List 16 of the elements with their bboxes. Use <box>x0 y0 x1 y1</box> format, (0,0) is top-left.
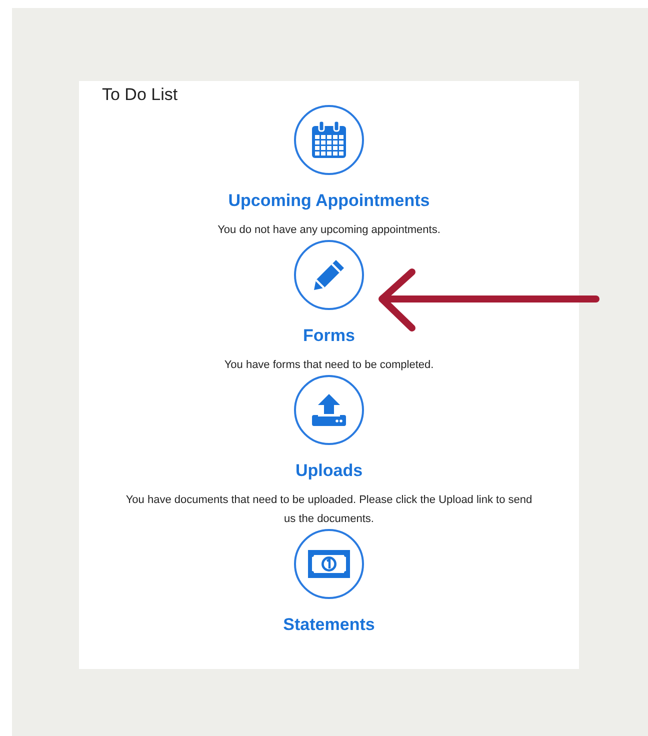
task-link[interactable] <box>294 529 364 599</box>
upload-icon <box>311 393 347 427</box>
pencil-icon <box>312 258 346 292</box>
task-link[interactable] <box>294 375 364 445</box>
task-heading-link[interactable]: Forms <box>303 326 355 346</box>
banknote-icon <box>308 550 350 578</box>
task-heading-link[interactable]: Statements <box>283 615 375 635</box>
task-heading-link[interactable]: Upcoming Appointments <box>228 191 430 211</box>
card-title: To Do List <box>102 85 179 105</box>
task-link[interactable] <box>294 240 364 310</box>
task-description: You have documents that need to be uploaded. Please click the Upload link to send us the documents. <box>124 493 534 527</box>
task-description: You do not have any upcoming appointments. <box>218 223 440 238</box>
task-heading-link[interactable]: Uploads <box>295 461 363 481</box>
calendar-icon <box>310 120 348 160</box>
task-description: You have forms that need to be completed. <box>224 358 434 373</box>
task-link[interactable] <box>294 105 364 175</box>
